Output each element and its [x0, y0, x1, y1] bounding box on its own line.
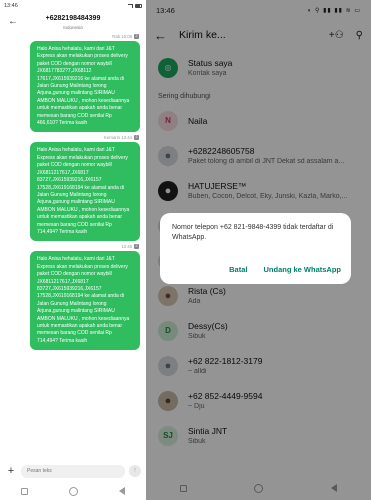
message-bubble[interactable]: Halo Anisa hehalatu, kami dari J&T Expre… — [30, 142, 140, 242]
contact-number: +6282198484399 — [45, 15, 101, 22]
invite-button[interactable]: Undang ke WhatsApp — [263, 265, 341, 274]
sim-icon: 2 — [134, 34, 139, 39]
sms-panel: 13:46 ← +6282198484399 Indonesia Rab 16:… — [0, 0, 146, 500]
message-bubble[interactable]: Halo Anisa hehalatu, kami dari J&T Expre… — [30, 41, 140, 133]
sim-icon: 2 — [134, 135, 139, 141]
send-icon[interactable]: ↑ — [129, 465, 141, 477]
contact-country: Indonesia — [63, 25, 83, 30]
recents-nav-icon[interactable] — [20, 487, 28, 495]
nav-bar — [0, 482, 146, 500]
message-input[interactable] — [21, 464, 125, 478]
message-meta: Rab 16:09 2 — [112, 34, 139, 39]
message-meta: Kemarin 13:44 2 — [104, 135, 139, 141]
message-bubble[interactable]: Halo Anisa hehalatu, kami dari J&T Expre… — [30, 251, 140, 351]
back-nav-icon[interactable] — [119, 487, 126, 495]
home-nav-icon[interactable] — [68, 486, 78, 496]
not-registered-dialog: Nomor telepon +62 821-9848-4399 tidak te… — [160, 213, 351, 284]
compose-bar: + ↑ — [0, 460, 146, 482]
dialog-message: Nomor telepon +62 821-9848-4399 tidak te… — [172, 224, 334, 241]
status-icons — [128, 4, 142, 8]
attach-plus-icon[interactable]: + — [5, 465, 17, 477]
battery-icon — [135, 4, 142, 8]
message-meta: 13:46 2 — [121, 244, 139, 250]
signal-icon — [128, 4, 133, 8]
cancel-button[interactable]: Batal — [229, 265, 247, 274]
conversation-header: ← +6282198484399 Indonesia — [0, 12, 146, 34]
status-time: 13:46 — [4, 3, 18, 9]
message-thread: Rab 16:09 2 Halo Anisa hehalatu, kami da… — [0, 34, 146, 351]
sim-icon: 2 — [134, 244, 139, 250]
status-bar: 13:46 — [0, 0, 146, 12]
